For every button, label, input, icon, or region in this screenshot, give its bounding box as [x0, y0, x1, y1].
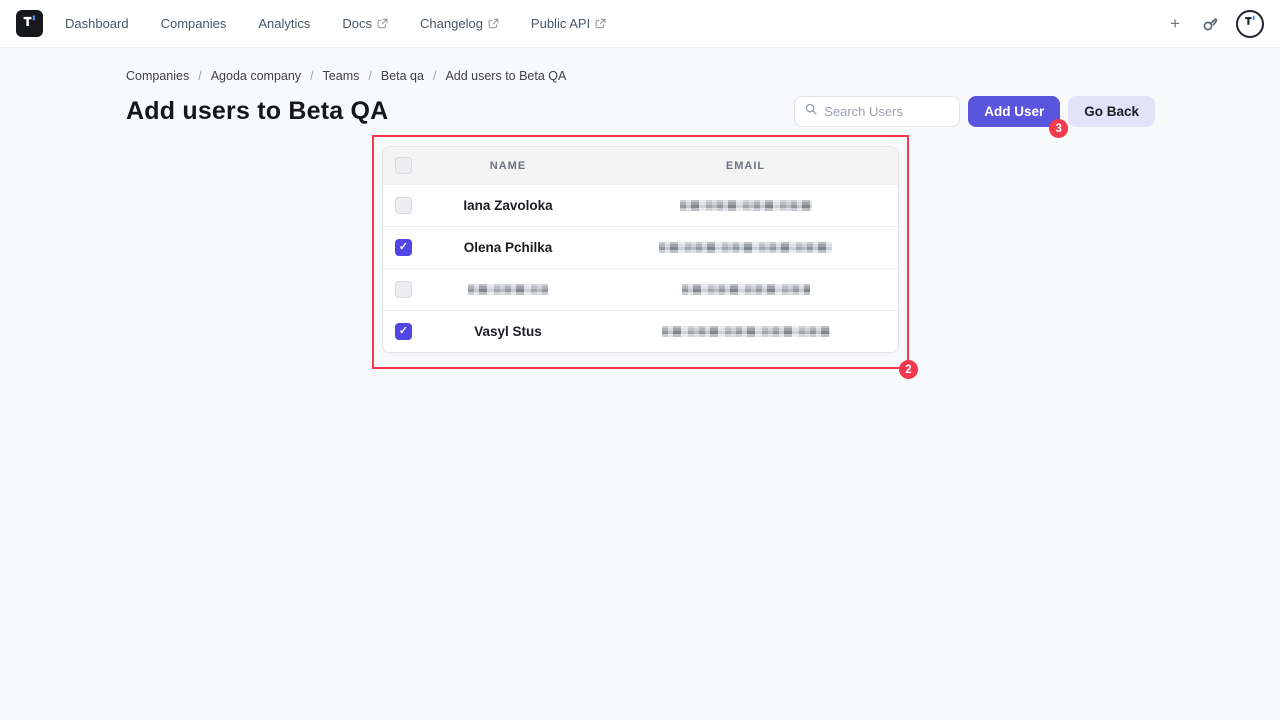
search-users-box: [794, 96, 960, 127]
t-logo-icon: [20, 12, 39, 36]
page-header: Add users to Beta QA Add User 3 Go Back: [126, 96, 1155, 127]
redacted-email: [680, 200, 812, 211]
nav-item-analytics[interactable]: Analytics: [258, 16, 310, 31]
go-back-button[interactable]: Go Back: [1068, 96, 1155, 127]
breadcrumb-item-agoda-company[interactable]: Agoda company: [211, 69, 301, 83]
redacted-email: [682, 284, 810, 295]
column-header-email: EMAIL: [726, 160, 765, 172]
breadcrumb-separator: /: [433, 69, 436, 83]
external-link-icon: [377, 18, 388, 29]
breadcrumb: Companies / Agoda company / Teams / Beta…: [126, 69, 1155, 83]
breadcrumb-separator: /: [198, 69, 201, 83]
select-all-checkbox[interactable]: ✓: [395, 157, 412, 174]
annotated-table-region: 2 ✓ NAME EMAIL ✓ Iana Zavoloka ✓: [372, 135, 909, 369]
search-users-input[interactable]: [824, 104, 950, 119]
users-table: ✓ NAME EMAIL ✓ Iana Zavoloka ✓ Olena Pch…: [382, 146, 899, 353]
column-header-name: NAME: [490, 160, 526, 172]
row-checkbox[interactable]: ✓: [395, 323, 412, 340]
redacted-email: [659, 242, 832, 253]
plus-icon[interactable]: +: [1166, 13, 1184, 34]
breadcrumb-separator: /: [310, 69, 313, 83]
redacted-name: [468, 284, 548, 295]
page-title: Add users to Beta QA: [126, 97, 388, 126]
user-name: Olena Pchilka: [464, 240, 553, 255]
nav-item-label: Docs: [342, 16, 372, 31]
external-link-icon: [595, 18, 606, 29]
add-user-button[interactable]: Add User: [968, 96, 1060, 127]
user-avatar[interactable]: [1236, 10, 1264, 38]
row-checkbox[interactable]: ✓: [395, 197, 412, 214]
nav-item-companies[interactable]: Companies: [161, 16, 227, 31]
add-user-wrapper: Add User 3: [968, 96, 1060, 127]
toolbar: Add User 3 Go Back: [794, 96, 1155, 127]
nav-item-public-api[interactable]: Public API: [531, 16, 606, 31]
breadcrumb-separator: /: [368, 69, 371, 83]
nav-links: Dashboard Companies Analytics Docs Chang…: [65, 16, 606, 31]
table-row: ✓ Iana Zavoloka: [383, 184, 898, 226]
redacted-email: [662, 326, 830, 337]
nav-item-changelog[interactable]: Changelog: [420, 16, 499, 31]
user-name: Iana Zavoloka: [463, 198, 552, 213]
breadcrumb-item-beta-qa[interactable]: Beta qa: [381, 69, 424, 83]
annotation-step-badge-3: 3: [1049, 119, 1068, 138]
user-name: Vasyl Stus: [474, 324, 542, 339]
nav-item-docs[interactable]: Docs: [342, 16, 388, 31]
external-link-icon: [488, 18, 499, 29]
annotation-step-badge-2: 2: [899, 360, 918, 379]
nav-item-label: Analytics: [258, 16, 310, 31]
search-icon[interactable]: [1201, 15, 1219, 33]
row-checkbox[interactable]: ✓: [395, 239, 412, 256]
nav-actions: +: [1166, 10, 1264, 38]
breadcrumb-item-teams[interactable]: Teams: [323, 69, 360, 83]
t-logo-icon: [1242, 13, 1258, 34]
magnifier-icon: [804, 102, 818, 121]
table-row: ✓ Olena Pchilka: [383, 226, 898, 268]
main-content: Companies / Agoda company / Teams / Beta…: [0, 69, 1280, 369]
table-header-row: ✓ NAME EMAIL: [383, 147, 898, 184]
nav-item-label: Dashboard: [65, 16, 129, 31]
nav-item-label: Companies: [161, 16, 227, 31]
nav-item-label: Public API: [531, 16, 590, 31]
breadcrumb-item-current: Add users to Beta QA: [445, 69, 566, 83]
table-row: ✓: [383, 268, 898, 310]
top-navigation: Dashboard Companies Analytics Docs Chang…: [0, 0, 1280, 48]
brand-logo[interactable]: [16, 10, 43, 37]
breadcrumb-item-companies[interactable]: Companies: [126, 69, 189, 83]
row-checkbox[interactable]: ✓: [395, 281, 412, 298]
table-row: ✓ Vasyl Stus: [383, 310, 898, 352]
nav-item-label: Changelog: [420, 16, 483, 31]
nav-item-dashboard[interactable]: Dashboard: [65, 16, 129, 31]
